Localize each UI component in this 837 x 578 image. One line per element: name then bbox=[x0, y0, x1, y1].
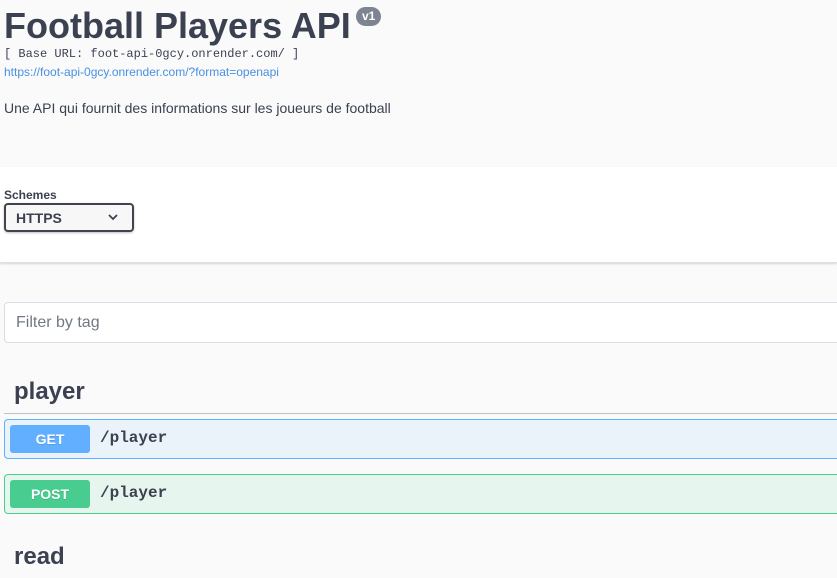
operation-post-player[interactable]: POST /player bbox=[4, 474, 837, 514]
operation-get-player[interactable]: GET /player bbox=[4, 419, 837, 459]
tag-section-player: player bbox=[4, 373, 837, 414]
schemes-select[interactable]: HTTPS bbox=[4, 203, 134, 232]
openapi-spec-link[interactable]: https://foot-api-0gcy.onrender.com/?form… bbox=[4, 65, 279, 79]
chevron-down-icon bbox=[108, 214, 118, 221]
schemes-selected-value: HTTPS bbox=[16, 210, 62, 226]
tag-header-player[interactable]: player bbox=[4, 373, 837, 414]
base-url: [ Base URL: foot-api-0gcy.onrender.com/ … bbox=[4, 47, 300, 61]
version-badge: v1 bbox=[356, 7, 382, 26]
tag-section-read: read bbox=[4, 538, 837, 578]
filter-by-tag-input[interactable] bbox=[4, 302, 837, 343]
api-description: Une API qui fournit des informations sur… bbox=[4, 100, 391, 116]
schemes-label: Schemes bbox=[4, 188, 57, 202]
operation-path: /player bbox=[100, 484, 168, 502]
scheme-container: Schemes HTTPS bbox=[0, 167, 837, 263]
operation-path: /player bbox=[100, 429, 168, 447]
api-info: Football Players API v1 [ Base URL: foot… bbox=[0, 0, 837, 167]
method-badge-get: GET bbox=[10, 425, 90, 453]
api-title: Football Players API bbox=[4, 5, 351, 46]
method-badge-post: POST bbox=[10, 480, 90, 508]
tag-header-read[interactable]: read bbox=[4, 538, 837, 578]
